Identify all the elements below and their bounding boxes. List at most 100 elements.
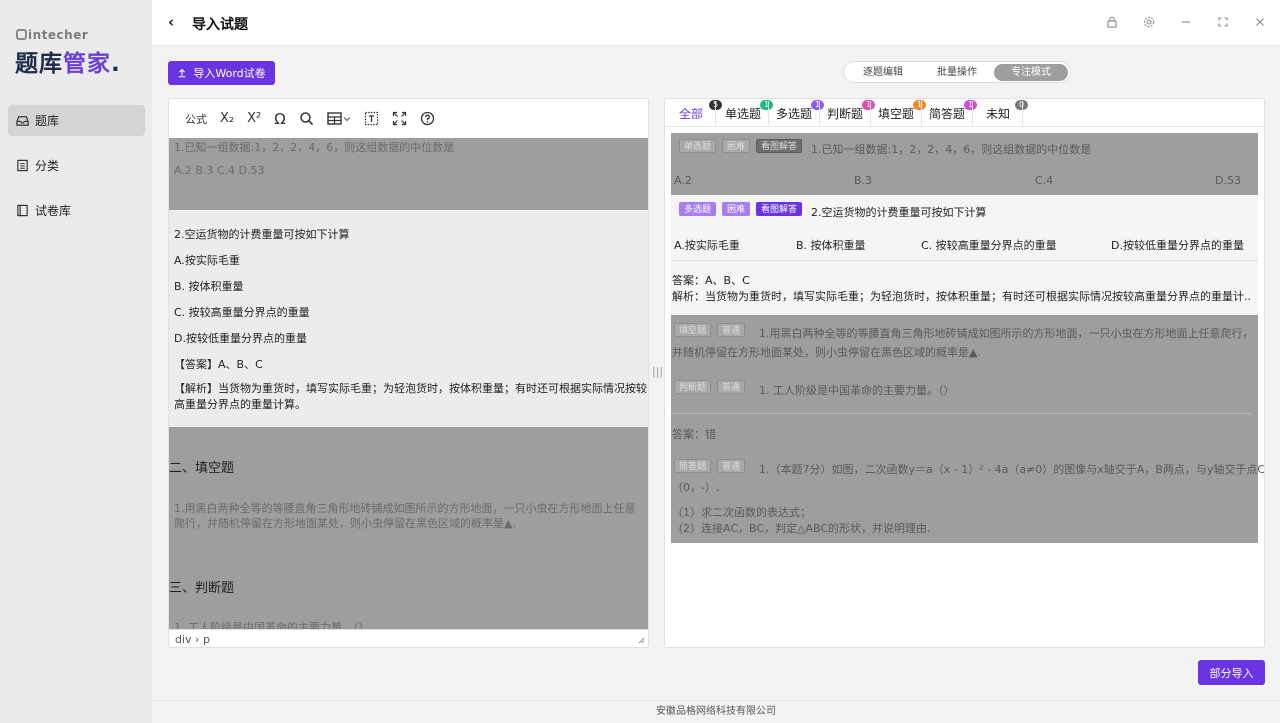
tab-single[interactable]: 单选题 1 bbox=[725, 100, 773, 122]
app-logo: 题库管家. bbox=[15, 44, 121, 78]
logo-accent: 管家 bbox=[63, 51, 111, 77]
count-badge: 1 bbox=[862, 100, 875, 110]
chevron-down-icon bbox=[343, 116, 351, 121]
option-text: D.按较低重量分界点的重量 bbox=[1111, 239, 1244, 252]
tab-all[interactable]: 全部5 bbox=[679, 100, 722, 122]
superscript-button[interactable]: X² bbox=[247, 111, 261, 126]
splitter-handle-icon[interactable]: ||| bbox=[652, 365, 663, 378]
select-all-icon[interactable] bbox=[364, 111, 379, 126]
tab-label: 判断题 bbox=[827, 107, 864, 121]
type-tag: 判断题 bbox=[674, 380, 712, 394]
help-icon[interactable] bbox=[420, 111, 435, 126]
fullscreen-icon[interactable] bbox=[392, 111, 407, 126]
table-icon[interactable] bbox=[327, 111, 351, 126]
element-path: div › p bbox=[175, 633, 210, 646]
type-tag: 填空题 bbox=[674, 323, 712, 337]
level-tag: 普通 bbox=[717, 459, 746, 473]
editor-line: C. 按较高重量分界点的重量 bbox=[174, 306, 310, 319]
editor-toolbar: 公式 X₂ X² Ω bbox=[169, 99, 648, 138]
import-word-button[interactable]: 导入Word试卷 bbox=[168, 61, 275, 85]
editor-line: B. 按体积重量 bbox=[174, 280, 244, 293]
minimize-icon[interactable] bbox=[1179, 15, 1193, 29]
level-tag: 困难 bbox=[722, 139, 751, 153]
import-word-label: 导入Word试卷 bbox=[193, 67, 266, 80]
divider bbox=[671, 413, 1252, 414]
upload-icon bbox=[179, 68, 186, 78]
sidebar-item-bank[interactable]: 题库 bbox=[8, 105, 145, 136]
editor-line: 2.空运货物的计费重量可按如下计算 bbox=[174, 228, 350, 241]
editor-line: A.2 B.3 C.4 D.53 bbox=[174, 164, 265, 177]
brand-text: intecher bbox=[28, 28, 89, 42]
sidebar-item-papers[interactable]: 试卷库 bbox=[8, 195, 145, 226]
editor-line: 【解析】当货物为重货时，填写实际毛重；为轻泡货时，按体积重量；有时还可根据实际情… bbox=[174, 382, 647, 411]
type-tag: 简答题 bbox=[674, 459, 712, 473]
tab-judge[interactable]: 判断题 1 bbox=[827, 100, 875, 122]
editor-block-rest: 二、填空题 1.用黑白两种全等的等腰直角三角形地砖铺成如图所示的方形地面，一只小… bbox=[169, 427, 648, 629]
search-icon[interactable] bbox=[299, 111, 314, 126]
question-text: 1. 工人阶级是中国革命的主要力量。（） bbox=[759, 384, 955, 397]
sidebar: intecher 题库管家. 题库 分类 试卷库 bbox=[0, 0, 152, 723]
option-text: B. 按体积重量 bbox=[796, 239, 866, 252]
footer-company: 安徽品格网络科技有限公司 bbox=[152, 700, 1280, 723]
mode-item-focus[interactable]: 专注模式 bbox=[994, 63, 1068, 81]
tab-label: 全部 bbox=[679, 107, 704, 121]
editor-block-single: 1.已知一组数据:1，2，2，4，6，则这组数据的中位数是 A.2 B.3 C.… bbox=[169, 138, 648, 210]
sidebar-item-category[interactable]: 分类 bbox=[8, 150, 145, 181]
tab-short[interactable]: 简答题 1 bbox=[929, 100, 977, 122]
tab-label: 多选题 bbox=[776, 107, 813, 121]
question-text: 2.空运货物的计费重量可按如下计算 bbox=[811, 206, 987, 219]
sidebar-item-label: 题库 bbox=[35, 114, 60, 128]
page-title: 导入试题 bbox=[192, 17, 248, 33]
question-text: 1.用黑白两种全等的等腰直角三角形地砖铺成如图所示的方形地面，一只小虫在方形地面… bbox=[759, 327, 1254, 340]
tab-multi[interactable]: 多选题 1 bbox=[776, 100, 824, 122]
count-badge: 1 bbox=[811, 100, 824, 110]
tab-divider bbox=[768, 101, 769, 125]
mode-item-edit[interactable]: 逐题编辑 bbox=[846, 64, 920, 81]
editor-line: 【答案】A、B、C bbox=[174, 358, 263, 371]
view-answer-button[interactable]: 看图解答 bbox=[756, 139, 803, 153]
formula-button[interactable]: 公式 bbox=[185, 111, 207, 127]
editor-panel: 公式 X₂ X² Ω 1.已知一组数据:1，2，2，4，6，则这组数据的中位数是… bbox=[168, 98, 649, 648]
question-card-single[interactable]: 单选题 困难 看图解答 1.已知一组数据:1，2，2，4，6，则这组数据的中位数… bbox=[671, 133, 1258, 195]
title-bar: ‹ 导入试题 bbox=[152, 0, 1280, 46]
question-text: 1.（本题7分）如图，二次函数y＝a（x - 1）² - 4a（a≠0）的图像与… bbox=[759, 463, 1265, 476]
editor-block-multi: 2.空运货物的计费重量可按如下计算 A.按实际毛重 B. 按体积重量 C. 按较… bbox=[169, 210, 648, 427]
tab-unknown[interactable]: 未知0 bbox=[986, 100, 1028, 122]
preview-panel: 全部5 单选题1 多选题1 判断题1 填空题1 简答题1 未知0 单选题 困难 … bbox=[664, 98, 1265, 648]
book-icon bbox=[16, 204, 29, 217]
count-badge: 1 bbox=[964, 100, 977, 110]
type-tag: 单选题 bbox=[679, 139, 717, 153]
maximize-icon[interactable] bbox=[1216, 15, 1230, 29]
special-char-button[interactable]: Ω bbox=[274, 110, 285, 128]
editor-line: 1.已知一组数据:1，2，2，4，6，则这组数据的中位数是 bbox=[174, 141, 455, 154]
count-badge: 1 bbox=[913, 100, 926, 110]
tab-label: 单选题 bbox=[725, 107, 762, 121]
tab-label: 未知 bbox=[986, 107, 1011, 121]
option-text: A.按实际毛重 bbox=[674, 239, 740, 252]
option-text: D.53 bbox=[1215, 174, 1241, 187]
back-button[interactable]: ‹ bbox=[168, 13, 174, 31]
section-heading: 二、填空题 bbox=[169, 461, 235, 476]
view-answer-button[interactable]: 看图解答 bbox=[756, 202, 803, 216]
editor-statusbar: div › p bbox=[169, 629, 648, 647]
gear-icon[interactable] bbox=[1142, 15, 1156, 29]
question-text: 1.已知一组数据:1，2，2，4，6，则这组数据的中位数是 bbox=[811, 143, 1092, 156]
question-text: （0，-）. bbox=[672, 481, 720, 494]
question-card-multi[interactable]: 多选题 困难 看图解答 2.空运货物的计费重量可按如下计算 A.按实际毛重 B.… bbox=[671, 195, 1258, 315]
lock-icon[interactable] bbox=[1105, 15, 1119, 29]
answer-text: 答案：A、B、C bbox=[672, 274, 750, 287]
editor-content[interactable]: 1.已知一组数据:1，2，2，4，6，则这组数据的中位数是 A.2 B.3 C.… bbox=[169, 138, 648, 629]
tab-divider bbox=[715, 101, 716, 125]
brand-logo: intecher bbox=[16, 28, 88, 42]
resize-handle-icon[interactable] bbox=[638, 637, 645, 644]
subscript-button[interactable]: X₂ bbox=[220, 111, 234, 126]
close-icon[interactable] bbox=[1253, 15, 1267, 29]
sub-question: （2）连接AC，BC，判定△ABC的形状，并说明理由. bbox=[672, 522, 931, 535]
mode-switch: 逐题编辑 批量操作 专注模式 bbox=[843, 61, 1071, 83]
tab-divider bbox=[870, 101, 871, 125]
mode-item-batch[interactable]: 批量操作 bbox=[920, 64, 994, 81]
divider bbox=[671, 260, 1258, 261]
tab-label: 简答题 bbox=[929, 107, 966, 121]
tab-fill[interactable]: 填空题 1 bbox=[878, 100, 926, 122]
partial-import-button[interactable]: 部分导入 bbox=[1198, 660, 1265, 685]
